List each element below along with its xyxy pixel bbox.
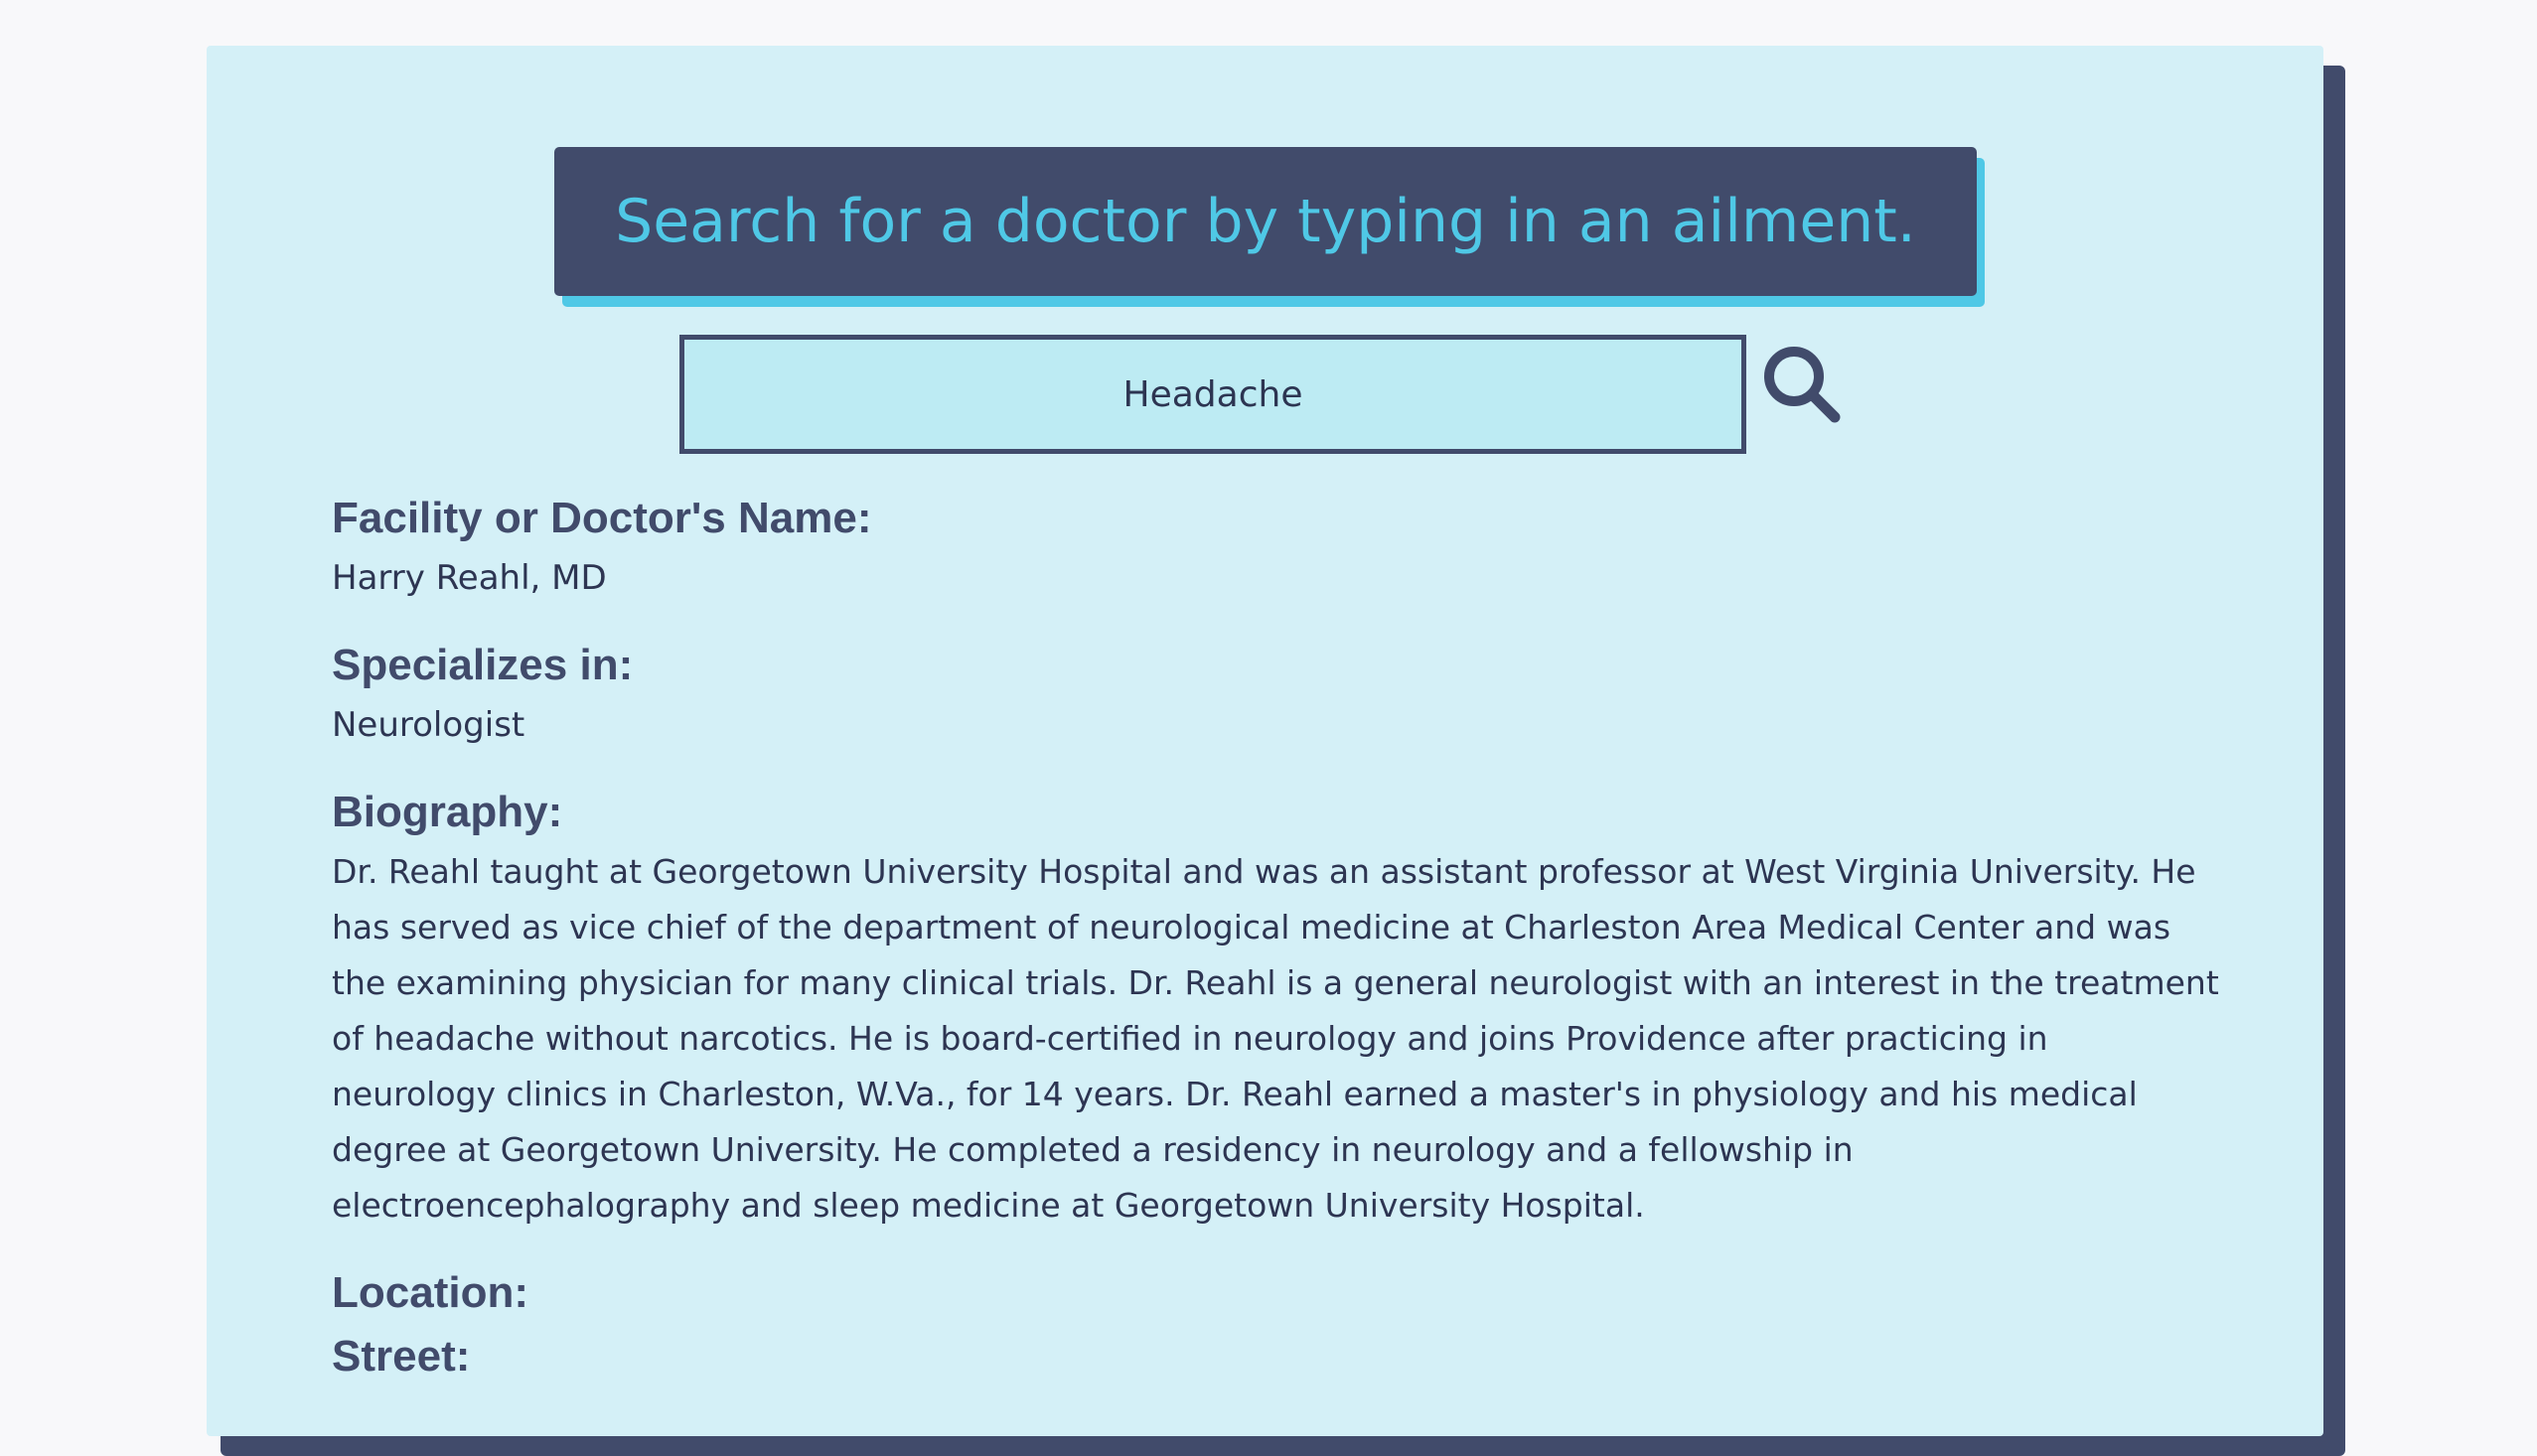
search-icon[interactable] bbox=[1760, 343, 1846, 428]
doctor-name: Harry Reahl, MD bbox=[332, 558, 607, 598]
ailment-search-input[interactable] bbox=[679, 335, 1746, 454]
street-label: Street: bbox=[332, 1332, 471, 1381]
location-label: Location: bbox=[332, 1268, 528, 1317]
specialty-value: Neurologist bbox=[332, 705, 525, 745]
doctor-details: Facility or Doctor's Name: Harry Reahl, … bbox=[332, 487, 2219, 1388]
title-banner: Search for a doctor by typing in an ailm… bbox=[554, 147, 1977, 296]
biography-text: Dr. Reahl taught at Georgetown Universit… bbox=[332, 852, 2219, 1225]
biography-label: Biography: bbox=[332, 788, 563, 836]
page-title: Search for a doctor by typing in an ailm… bbox=[615, 187, 1916, 256]
name-label: Facility or Doctor's Name: bbox=[332, 494, 872, 542]
specialty-label: Specializes in: bbox=[332, 641, 634, 689]
